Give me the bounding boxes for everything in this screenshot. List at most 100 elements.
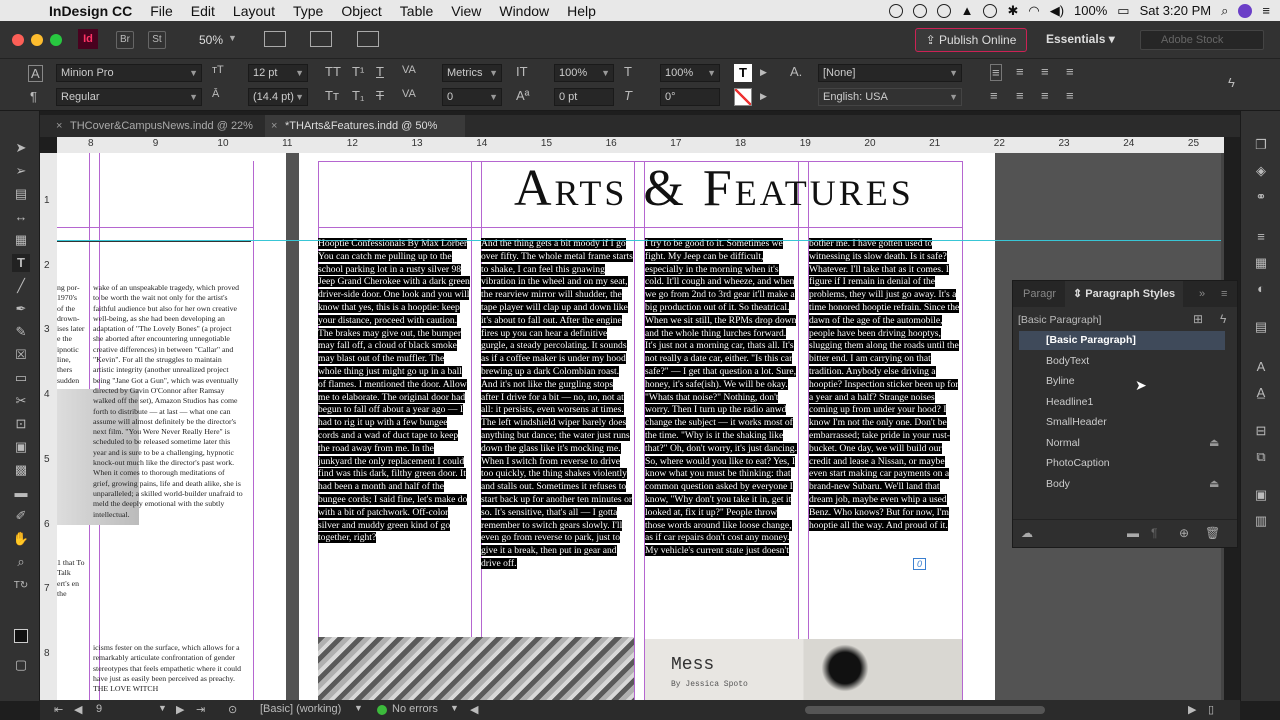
horizontal-scroll-thumb[interactable] (805, 706, 1045, 714)
character-panel-icon[interactable]: A (1253, 359, 1269, 375)
gradient-icon[interactable]: ◐ (1253, 281, 1269, 297)
rectangle-tool-icon[interactable]: ▭ (12, 369, 30, 387)
page-title[interactable]: Arts & Features (514, 159, 914, 218)
volume-icon[interactable]: ◀) (1050, 3, 1064, 19)
preflight-status-label[interactable]: No errors (392, 703, 438, 715)
page-left[interactable]: ng por- 1970's of the drown- ises later … (57, 153, 286, 700)
character-formatting-icon[interactable]: A (28, 65, 43, 82)
justify-center-button[interactable]: ≡ (990, 88, 998, 103)
zoom-level[interactable]: 50% (199, 33, 223, 47)
accessibility-icon[interactable] (983, 3, 998, 18)
character-style-field[interactable]: [None] ▼ (818, 64, 962, 82)
panel-menu-icon[interactable]: ≡ (1221, 281, 1227, 307)
align-panel-icon[interactable]: ⊟ (1253, 423, 1269, 439)
preflight-dropdown-icon[interactable]: ▼ (450, 703, 459, 713)
page-right[interactable]: Arts & Features Hooptie Confessionals By… (299, 153, 995, 700)
object-styles-icon[interactable]: ▥ (1253, 513, 1269, 529)
bluetooth-icon[interactable]: ✱ (1007, 3, 1018, 19)
align-right-button[interactable]: ≡ (1041, 64, 1049, 79)
photo-frame[interactable] (318, 637, 634, 700)
menu-object[interactable]: Object (332, 3, 390, 19)
text-column-3[interactable]: I try to be good to it. Sometimes we fig… (645, 238, 797, 558)
library-icon[interactable]: ☁ (1021, 526, 1033, 540)
zoom-window-button[interactable] (50, 34, 62, 46)
vertical-ruler[interactable]: 1 2 3 4 5 6 7 8 (40, 153, 57, 700)
style-normal[interactable]: Normal (1019, 434, 1225, 453)
publish-online-button[interactable]: ⇪ Publish Online (915, 28, 1027, 52)
style-smallheader[interactable]: SmallHeader (1019, 413, 1225, 432)
horizontal-ruler[interactable]: 8 9 10 11 12 13 14 15 16 17 18 19 20 21 22 23 24 25 (57, 137, 1224, 153)
quick-apply-icon[interactable]: ϟ (1228, 75, 1235, 90)
left-article-text[interactable]: wake of an unspeakable tragedy, which pr… (93, 283, 243, 520)
font-style-field[interactable]: Regular ▼ (56, 88, 202, 106)
menu-type[interactable]: Type (284, 3, 332, 19)
left-article-edge[interactable]: ng por- 1970's of the drown- ises later … (57, 283, 85, 386)
cc-libraries-icon[interactable]: ▤ (1253, 319, 1269, 335)
text-column-1[interactable]: Hooptie Confessionals By Max Lorber You … (318, 238, 470, 545)
record-icon[interactable] (888, 3, 903, 18)
open-in-finder-icon[interactable]: ⊙ (228, 703, 237, 716)
creative-cloud-icon[interactable] (912, 3, 927, 18)
zoom-dropdown-icon[interactable]: ▼ (228, 33, 237, 43)
baseline-shift-field[interactable]: 0 pt (554, 88, 614, 106)
kerning-field[interactable]: Metrics ▼ (442, 64, 502, 82)
clear-overrides-icon[interactable]: ¶ (1151, 526, 1157, 540)
close-tab-icon[interactable]: × (56, 115, 62, 137)
stock-search-input[interactable]: Adobe Stock (1140, 30, 1264, 50)
first-page-icon[interactable]: ⇤ (54, 703, 63, 716)
stock-button[interactable]: St (148, 31, 166, 49)
selection-tool-icon[interactable]: ➤ (12, 139, 30, 157)
menu-window[interactable]: Window (490, 3, 558, 19)
tab-paragraph[interactable]: Paragr (1023, 281, 1056, 307)
pencil-tool-icon[interactable]: ✎ (12, 323, 30, 341)
font-family-field[interactable]: Minion Pro ▼ (56, 64, 202, 82)
character-styles-icon[interactable]: A̲ (1253, 385, 1269, 401)
hand-tool-icon[interactable]: ✋ (12, 530, 30, 548)
left-article-text-b[interactable]: icisms fester on the surface, which allo… (93, 643, 243, 694)
direct-selection-tool-icon[interactable]: ➢ (12, 162, 30, 180)
gradient-feather-tool-icon[interactable]: ▩ (12, 461, 30, 479)
preflight-profile[interactable]: [Basic] (working) (260, 703, 341, 715)
page-number-field[interactable]: 9 (96, 703, 102, 715)
gap-tool-icon[interactable]: ↔ (12, 208, 30, 226)
style-basic-paragraph[interactable]: [Basic Paragraph] (1019, 331, 1225, 350)
scroll-left-icon[interactable]: ◀ (470, 703, 478, 716)
style-byline[interactable]: Byline (1019, 372, 1225, 391)
arrange-documents-icon[interactable] (357, 31, 379, 47)
align-left-button[interactable]: ≡ (990, 64, 1002, 81)
line-tool-icon[interactable]: ╱ (12, 277, 30, 295)
align-spine-button[interactable]: ≡ (1066, 88, 1074, 103)
fill-expand-icon[interactable]: ▶ (760, 67, 767, 78)
note-tool-icon[interactable]: ▬ (12, 484, 30, 502)
underline-button[interactable]: T (376, 64, 384, 79)
page-tool-icon[interactable]: ▤ (12, 185, 30, 203)
vertical-scale-field[interactable]: 100% ▼ (554, 64, 614, 82)
eyedropper-tool-icon[interactable]: ✐ (12, 507, 30, 525)
next-page-icon[interactable]: ▶ (176, 703, 184, 716)
menu-view[interactable]: View (442, 3, 490, 19)
siri-icon[interactable] (1238, 3, 1253, 18)
create-group-icon[interactable]: ⊞ (1193, 312, 1203, 326)
justify-left-button[interactable]: ≡ (1066, 64, 1074, 79)
minimize-window-button[interactable] (31, 34, 43, 46)
stroke-color-swatch[interactable] (734, 88, 752, 106)
close-window-button[interactable] (12, 34, 24, 46)
stroke-expand-icon[interactable]: ▶ (760, 91, 767, 102)
new-group-icon[interactable]: ▬ (1127, 526, 1139, 540)
menu-table[interactable]: Table (391, 3, 442, 19)
menu-help[interactable]: Help (558, 3, 605, 19)
tab-thcover-campusnews[interactable]: × THCover&CampusNews.indd @ 22% (50, 115, 260, 137)
type-tool-icon[interactable]: T (12, 254, 30, 272)
new-style-icon[interactable]: ⊕ (1179, 526, 1189, 540)
fill-color-swatch[interactable]: T (734, 64, 752, 82)
left-article-edge-2[interactable]: 1 that To Talk ert's en the (57, 558, 85, 599)
bridge-button[interactable]: Br (116, 31, 134, 49)
view-options-icon[interactable] (264, 31, 286, 47)
ruler-guide[interactable] (57, 240, 1224, 241)
links-icon[interactable]: ⚭ (1253, 189, 1269, 205)
profile-dropdown-icon[interactable]: ▼ (354, 703, 363, 713)
pages-icon[interactable]: ❐ (1253, 137, 1269, 153)
menu-edit[interactable]: Edit (182, 3, 224, 19)
battery-label[interactable]: 100% (1074, 3, 1107, 18)
drive-icon[interactable]: ▲ (961, 3, 974, 18)
